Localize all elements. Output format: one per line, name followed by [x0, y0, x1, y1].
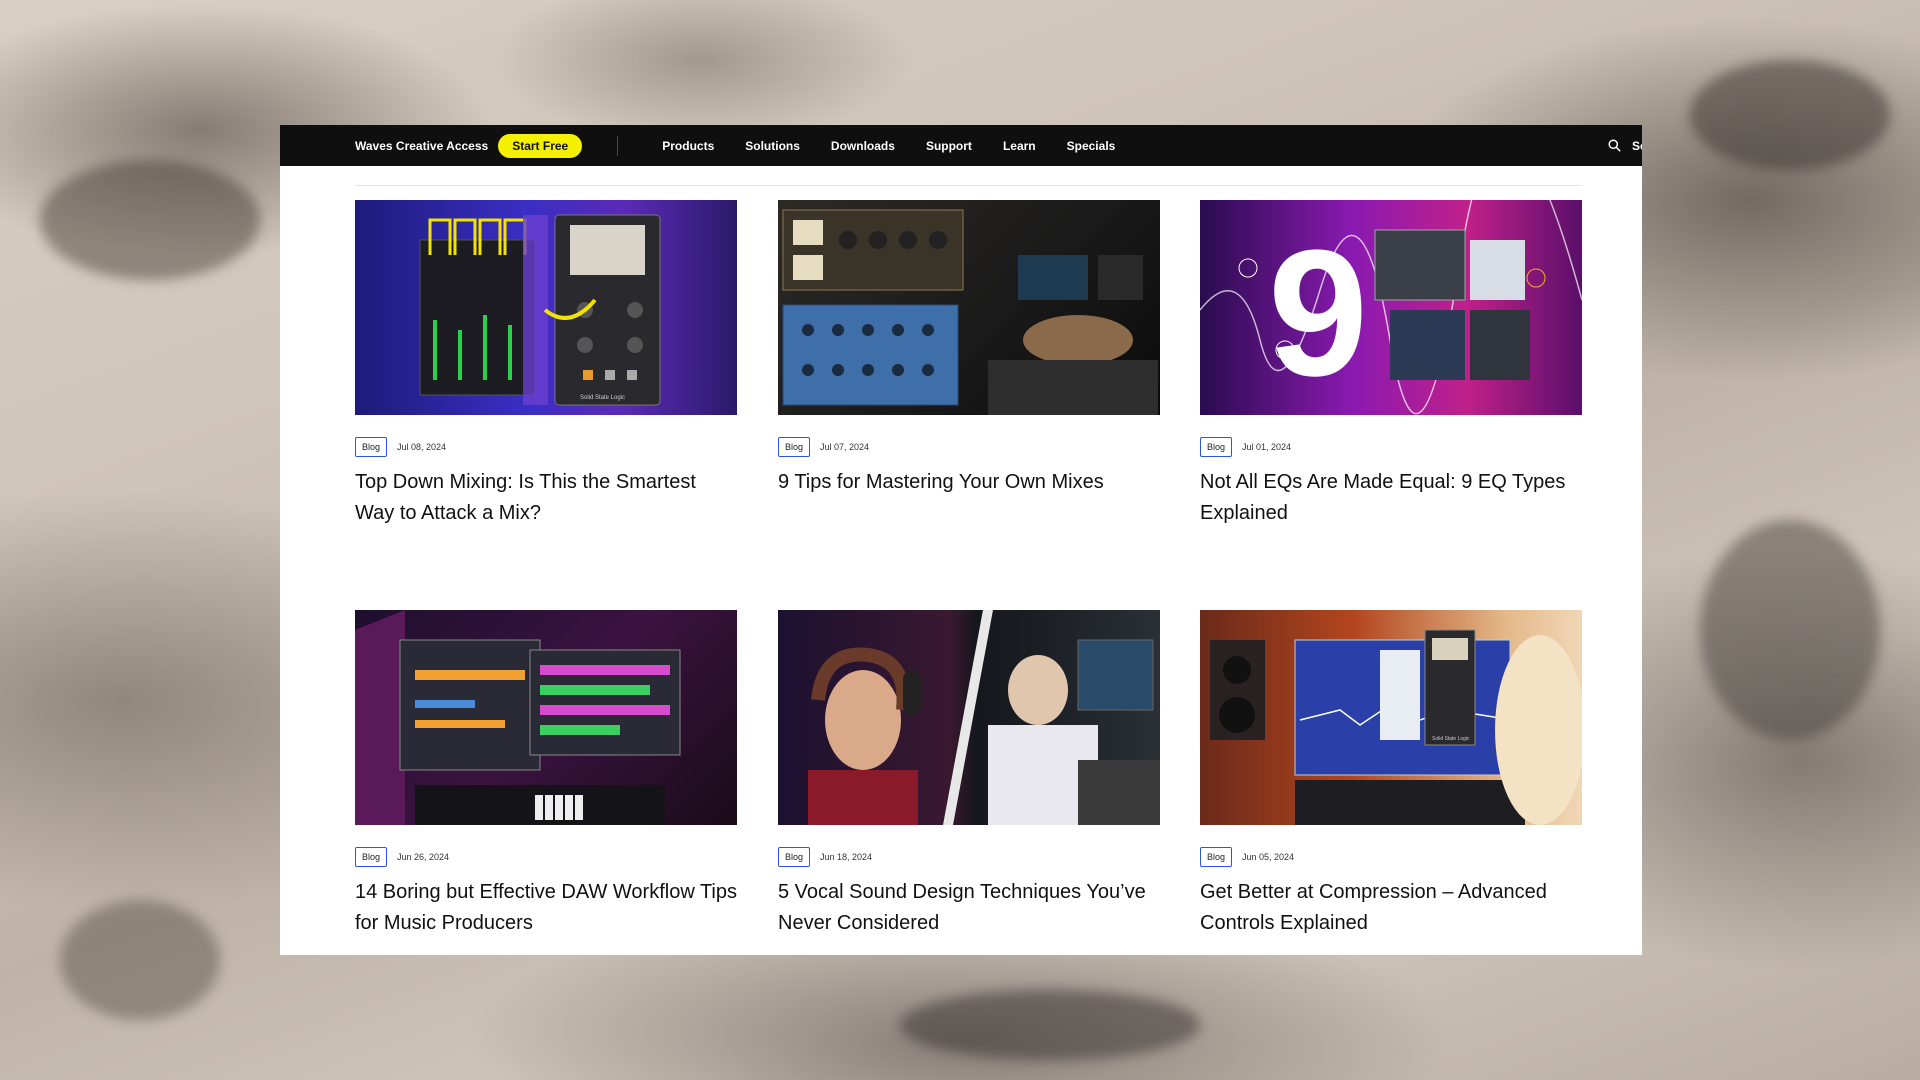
search-button[interactable]: Se — [1608, 125, 1642, 166]
post-meta: Blog Jul 08, 2024 — [355, 437, 737, 457]
blog-card: Blog Jul 07, 2024 9 Tips for Mastering Y… — [778, 200, 1160, 498]
post-title-link[interactable]: Get Better at Compression – Advanced Con… — [1200, 877, 1582, 939]
post-thumbnail[interactable]: Solid State Logic — [1200, 610, 1582, 825]
section-divider — [355, 185, 1582, 186]
post-date: Jun 05, 2024 — [1242, 852, 1295, 862]
thumb-number-text: 9 — [1268, 213, 1368, 414]
post-meta: Blog Jul 07, 2024 — [778, 437, 1160, 457]
post-title-link[interactable]: 14 Boring but Effective DAW Workflow Tip… — [355, 877, 737, 939]
post-thumbnail[interactable] — [778, 610, 1160, 825]
background-rock — [1700, 520, 1880, 740]
background-rock — [40, 160, 260, 280]
nav-downloads[interactable]: Downloads — [831, 139, 895, 153]
top-navbar: Waves Creative Access Start Free Product… — [280, 125, 1642, 166]
nav-solutions[interactable]: Solutions — [745, 139, 800, 153]
mixer-illustration: Solid State Logic — [419, 214, 661, 406]
post-meta: Blog Jun 26, 2024 — [355, 847, 737, 867]
post-thumbnail[interactable] — [355, 610, 737, 825]
post-thumbnail[interactable]: 9 — [1200, 200, 1582, 415]
nav-support[interactable]: Support — [926, 139, 972, 153]
post-meta: Blog Jul 01, 2024 — [1200, 437, 1582, 457]
thumb-brand-text: Solid State Logic — [1432, 736, 1470, 742]
category-tag[interactable]: Blog — [355, 437, 388, 457]
post-date: Jun 26, 2024 — [397, 852, 450, 862]
post-meta: Blog Jun 05, 2024 — [1200, 847, 1582, 867]
post-title-link[interactable]: 9 Tips for Mastering Your Own Mixes — [778, 467, 1160, 498]
post-title-link[interactable]: 5 Vocal Sound Design Techniques You’ve N… — [778, 877, 1160, 939]
studio-illustration — [782, 209, 1158, 415]
background-rock — [900, 990, 1200, 1060]
post-title-link[interactable]: Not All EQs Are Made Equal: 9 EQ Types E… — [1200, 467, 1582, 529]
nav-learn[interactable]: Learn — [1003, 139, 1036, 153]
post-meta: Blog Jun 18, 2024 — [778, 847, 1160, 867]
post-date: Jul 07, 2024 — [820, 442, 870, 452]
category-tag[interactable]: Blog — [1200, 437, 1233, 457]
post-thumbnail[interactable] — [778, 200, 1160, 415]
category-tag[interactable]: Blog — [355, 847, 388, 867]
blog-card: Blog Jun 26, 2024 14 Boring but Effectiv… — [355, 610, 737, 939]
main-nav: Products Solutions Downloads Support Lea… — [662, 139, 1146, 153]
post-date: Jul 01, 2024 — [1242, 442, 1292, 452]
background-rock — [60, 900, 220, 1020]
search-label: Se — [1632, 138, 1642, 153]
brand-link[interactable]: Waves Creative Access — [355, 139, 488, 153]
post-date: Jul 08, 2024 — [397, 442, 447, 452]
nav-specials[interactable]: Specials — [1067, 139, 1116, 153]
background-rock — [1690, 60, 1890, 170]
browser-window: Waves Creative Access Start Free Product… — [280, 125, 1642, 955]
compression-studio-illustration: Solid State Logic — [1210, 629, 1582, 825]
category-tag[interactable]: Blog — [1200, 847, 1233, 867]
post-date: Jun 18, 2024 — [820, 852, 873, 862]
category-tag[interactable]: Blog — [778, 847, 811, 867]
search-icon — [1608, 139, 1621, 152]
start-free-button[interactable]: Start Free — [498, 133, 583, 158]
nav-products[interactable]: Products — [662, 139, 714, 153]
vocal-session-illustration — [808, 610, 1160, 825]
thumb-brand-text: Solid State Logic — [580, 395, 625, 401]
category-tag[interactable]: Blog — [778, 437, 811, 457]
eq-illustration: 9 — [1200, 200, 1582, 415]
blog-card: 9 Blog Jul 01, 2024 Not All EQs Are Made… — [1200, 200, 1582, 529]
blog-card: Solid State Logic Blog Jul 08, 2024 Top … — [355, 200, 737, 529]
blog-card: Solid State Logic Blog Jun 05, 2024 Get … — [1200, 610, 1582, 939]
daw-illustration — [355, 610, 681, 825]
post-thumbnail[interactable]: Solid State Logic — [355, 200, 737, 415]
post-title-link[interactable]: Top Down Mixing: Is This the Smartest Wa… — [355, 467, 737, 529]
nav-divider — [617, 135, 619, 156]
blog-card: Blog Jun 18, 2024 5 Vocal Sound Design T… — [778, 610, 1160, 939]
